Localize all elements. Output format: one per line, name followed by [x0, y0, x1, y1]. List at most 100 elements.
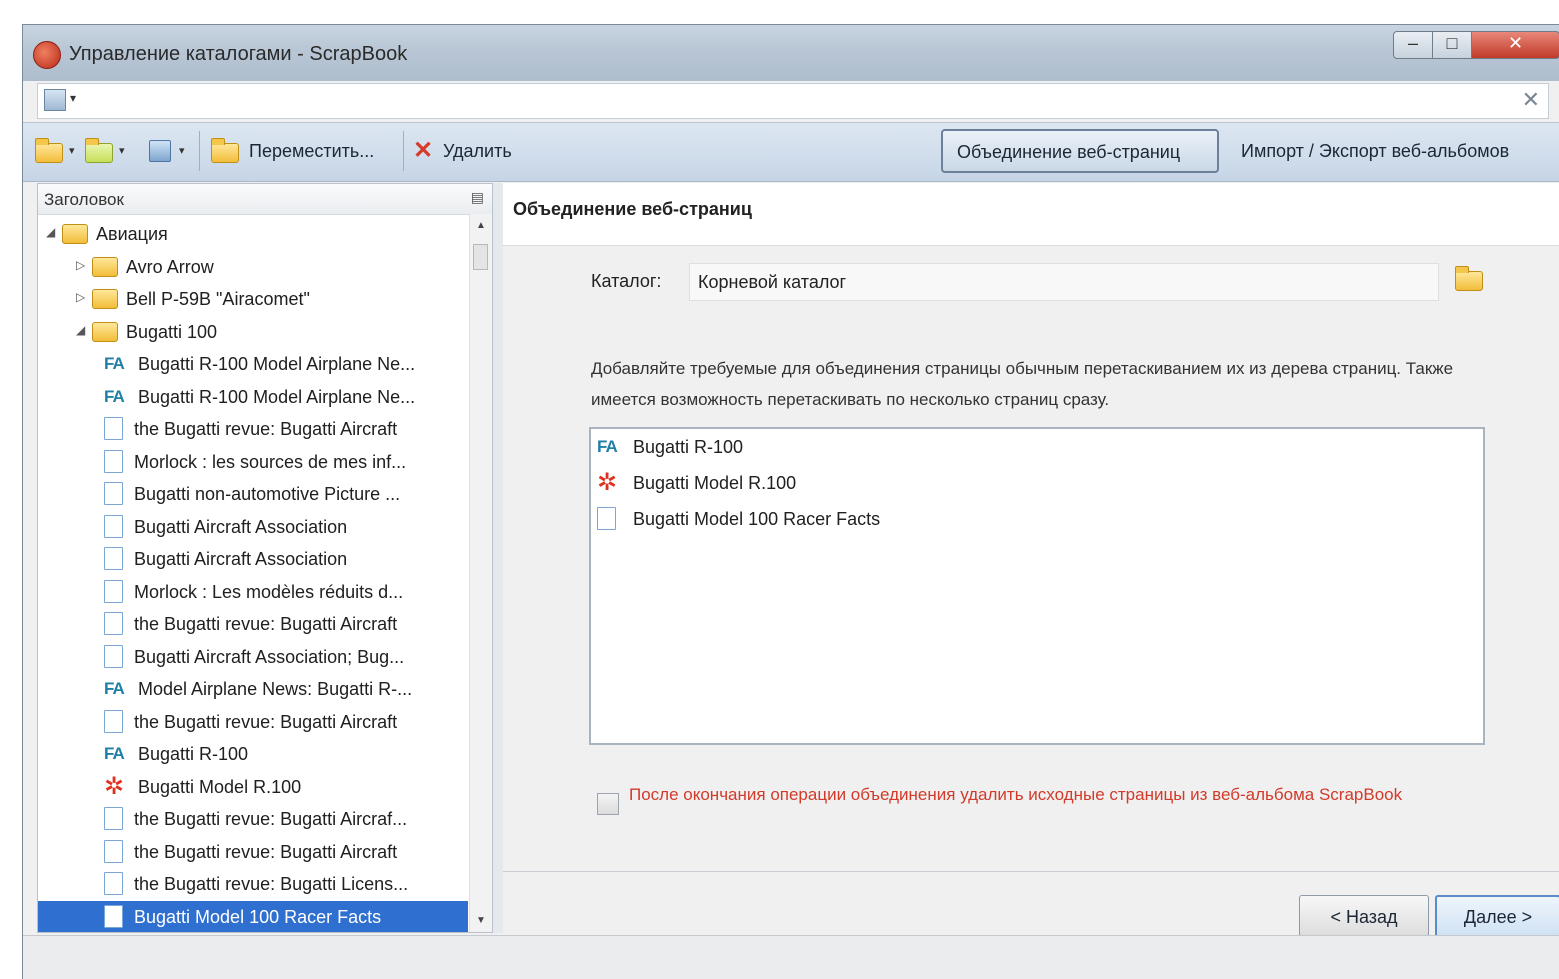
next-button[interactable]: Далее >: [1435, 895, 1559, 939]
browse-folder-icon[interactable]: [1455, 266, 1483, 291]
merge-pages-list[interactable]: FA Bugatti R-100 ✲ Bugatti Model R.100 Bugat…: [589, 427, 1485, 745]
folder-icon: [92, 289, 118, 309]
tree-page-item[interactable]: Bugatti Aircraft Association: [38, 543, 468, 575]
column-picker-icon[interactable]: ▤: [471, 189, 484, 206]
tree-column-header[interactable]: Заголовок ▤: [38, 184, 492, 215]
wizard-header: Объединение веб-страниц: [503, 183, 1559, 246]
merge-list-item[interactable]: FA Bugatti R-100: [595, 431, 1475, 465]
tree-item-label: Morlock : les sources de mes inf...: [134, 451, 407, 472]
tree-page-item[interactable]: Morlock : les sources de mes inf...: [38, 446, 468, 478]
page-icon: [104, 807, 123, 830]
close-window-button[interactable]: ✕: [1471, 31, 1559, 59]
chevron-down-icon[interactable]: ▾: [119, 144, 125, 157]
expand-icon[interactable]: ▷: [76, 290, 85, 304]
expand-icon[interactable]: ▷: [76, 258, 85, 272]
delete-source-checkbox[interactable]: [597, 793, 619, 815]
open-folder-icon[interactable]: [85, 138, 113, 163]
merge-list-item[interactable]: Bugatti Model 100 Racer Facts: [595, 503, 1475, 537]
tree-header-label: Заголовок: [44, 190, 124, 209]
wizard-title: Объединение веб-страниц: [513, 199, 752, 219]
window-title: Управление каталогами - ScrapBook: [69, 43, 408, 65]
tree-page-item[interactable]: the Bugatti revue: Bugatti Aircraft: [38, 706, 468, 738]
delete-button[interactable]: ✕ Удалить: [409, 123, 539, 179]
tree-item-label: Bugatti 100: [126, 321, 218, 342]
tree-page-item[interactable]: FA Model Airplane News: Bugatti R-...: [38, 673, 468, 705]
tree-item-label: the Bugatti revue: Bugatti Aircraf...: [134, 809, 408, 829]
collapse-icon[interactable]: ◢: [76, 323, 85, 337]
chevron-down-icon[interactable]: ▾: [69, 144, 75, 157]
page-icon: [104, 579, 123, 603]
scroll-up-icon[interactable]: ▲: [476, 220, 486, 231]
star-page-icon: ✲: [104, 772, 125, 800]
star-page-icon: ✲: [597, 469, 618, 496]
tree-folder-item[interactable]: ▷ Avro Arrow: [38, 251, 468, 283]
title-bar[interactable]: Управление каталогами - ScrapBook – □ ✕: [23, 25, 1559, 81]
back-button[interactable]: < Назад: [1299, 895, 1429, 939]
tree-page-item[interactable]: Bugatti Aircraft Association; Bug...: [38, 641, 468, 673]
tree-item-label: Bugatti Aircraft Association: [134, 516, 348, 537]
tree-page-item[interactable]: Bugatti Model 100 Racer Facts: [38, 900, 468, 932]
page-icon: [104, 904, 123, 928]
delete-label: Удалить: [443, 141, 512, 161]
fa-page-icon: FA: [104, 744, 125, 763]
divider: [503, 871, 1559, 872]
tree-item-label: Bugatti R-100 Model Airplane Ne...: [138, 354, 416, 374]
new-folder-icon[interactable]: [35, 138, 63, 163]
save-icon[interactable]: [149, 140, 171, 162]
page-icon: [104, 417, 123, 440]
tree-item-label: Avro Arrow: [126, 256, 214, 277]
tree-item-label: Bugatti Aircraft Association: [134, 549, 348, 569]
tree-folder-item[interactable]: ◢ Bugatti 100: [38, 316, 468, 348]
folder-icon: [92, 321, 118, 342]
merge-item-label: Bugatti R-100: [633, 437, 744, 457]
move-folder-icon: [211, 138, 239, 163]
chevron-down-icon[interactable]: ▾: [179, 144, 185, 157]
tab-import-export[interactable]: Импорт / Экспорт веб-альбомов: [1241, 141, 1509, 162]
collapse-icon[interactable]: ◢: [46, 225, 55, 239]
app-window: Управление каталогами - ScrapBook – □ ✕ …: [22, 24, 1559, 979]
tree-folder-item[interactable]: ◢ Авиация: [38, 218, 468, 250]
scroll-down-icon[interactable]: ▼: [476, 915, 486, 926]
page-icon: [104, 547, 123, 570]
search-engine-icon[interactable]: [44, 89, 66, 111]
tree-scrollbar[interactable]: ▲ ▼: [469, 214, 492, 932]
page-icon: [104, 449, 123, 473]
maximize-button[interactable]: □: [1432, 31, 1472, 59]
catalog-field[interactable]: Корневой каталог: [689, 263, 1439, 301]
tree-item-label: Bugatti R-100 Model Airplane Ne...: [138, 386, 416, 407]
tree-page-item[interactable]: FA Bugatti R-100: [38, 738, 468, 770]
tree-item-label: Bell P-59B "Airacomet": [126, 289, 310, 309]
chevron-down-icon[interactable]: ▾: [70, 91, 76, 105]
merge-list-item[interactable]: ✲ Bugatti Model R.100: [595, 467, 1475, 501]
close-icon: ✕: [1507, 33, 1524, 53]
page-icon: [104, 514, 123, 538]
tree-page-item[interactable]: Morlock : Les modèles réduits d...: [38, 576, 468, 608]
scroll-thumb[interactable]: [473, 244, 488, 270]
tree-page-item[interactable]: the Bugatti revue: Bugatti Aircraft: [38, 608, 468, 640]
search-input[interactable]: [88, 87, 1512, 117]
tree-page-item[interactable]: the Bugatti revue: Bugatti Aircraf...: [38, 803, 468, 835]
tree-page-item[interactable]: ✲ Bugatti Model R.100: [38, 771, 468, 803]
tree-page-item[interactable]: the Bugatti revue: Bugatti Aircraft: [38, 413, 468, 445]
toolbar-separator: [199, 131, 200, 171]
delete-source-label[interactable]: После окончания операции объединения уда…: [629, 779, 1489, 810]
page-icon: [104, 482, 123, 505]
tree-item-label: Bugatti R-100: [138, 744, 249, 764]
search-bar: ▾ ✕: [37, 83, 1549, 119]
tab-merge-pages[interactable]: Объединение веб-страниц: [941, 129, 1219, 173]
minimize-button[interactable]: –: [1393, 31, 1433, 59]
tree-page-item[interactable]: Bugatti non-automotive Picture ...: [38, 478, 468, 510]
move-button[interactable]: Переместить...: [207, 123, 397, 179]
tree-item-label: Bugatti Model R.100: [138, 776, 302, 797]
tree-page-item[interactable]: the Bugatti revue: Bugatti Aircraft: [38, 836, 468, 868]
tree-folder-item[interactable]: ▷ Bell P-59B "Airacomet": [38, 283, 468, 315]
tree-page-item[interactable]: FA Bugatti R-100 Model Airplane Ne...: [38, 381, 468, 413]
clear-search-icon[interactable]: ✕: [1522, 87, 1540, 113]
tree-item-label: Авиация: [96, 224, 168, 244]
tree-item-label: the Bugatti revue: Bugatti Aircraft: [134, 419, 398, 439]
tree-page-item[interactable]: FA Bugatti R-100 Model Airplane Ne...: [38, 348, 468, 380]
page-icon: [104, 872, 123, 895]
tree-page-item[interactable]: the Bugatti revue: Bugatti Licens...: [38, 868, 468, 900]
catalog-label: Каталог:: [591, 271, 662, 291]
tree-page-item[interactable]: Bugatti Aircraft Association: [38, 511, 468, 543]
